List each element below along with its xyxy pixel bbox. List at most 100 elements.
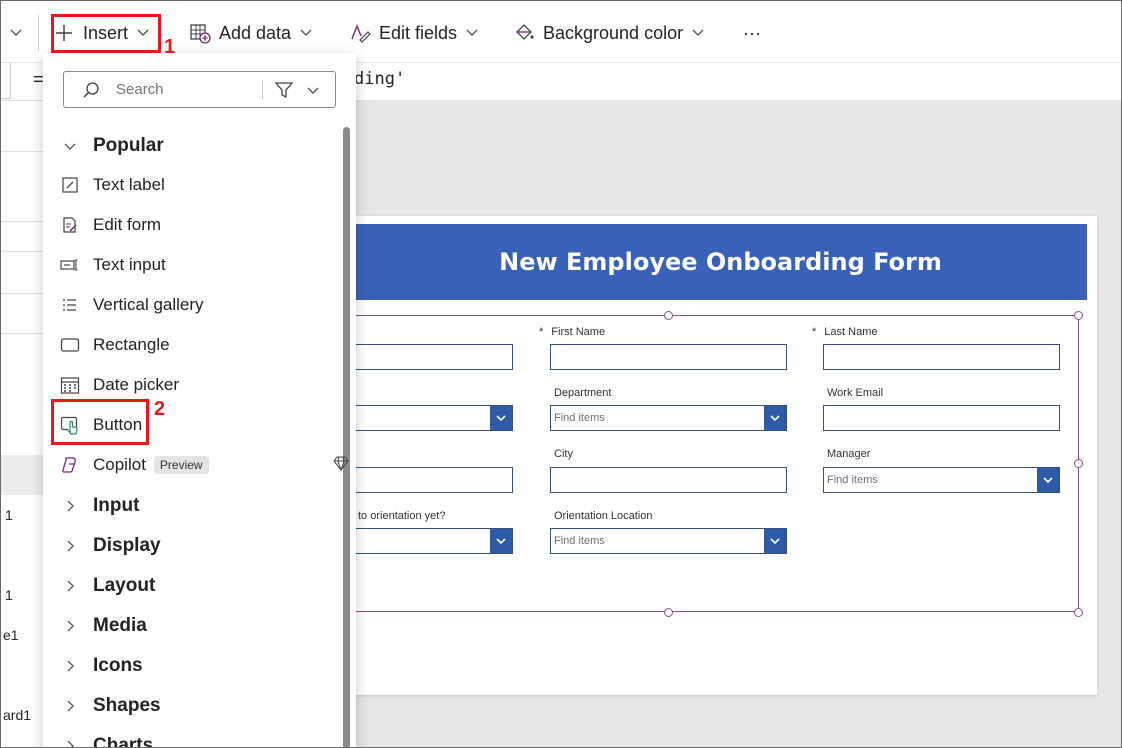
text-label-icon: [59, 174, 81, 196]
category-label: Charts: [93, 735, 154, 748]
insert-item-vertical-gallery[interactable]: Vertical gallery: [59, 287, 329, 323]
category-label: Media: [93, 615, 147, 636]
chevron-down-icon[interactable]: [1037, 468, 1059, 492]
background-color-label: Background color: [543, 22, 684, 43]
item-label: Date picker: [93, 375, 179, 394]
insert-item-edit-form[interactable]: Edit form: [59, 207, 329, 243]
last-name-input[interactable]: [823, 344, 1060, 370]
insert-item-text-input[interactable]: Text input: [59, 247, 329, 283]
toolbar-divider: [38, 15, 39, 51]
column1-text-input[interactable]: [354, 467, 513, 493]
chevron-right-icon: [59, 619, 81, 633]
resize-handle[interactable]: [664, 311, 673, 320]
insert-item-copilot[interactable]: Copilot Preview: [59, 447, 349, 483]
item-label: Vertical gallery: [93, 295, 204, 314]
edit-form-icon: [59, 214, 81, 236]
formula-input[interactable]: ding': [354, 69, 405, 89]
category-label: Icons: [93, 655, 143, 676]
column1-dropdown[interactable]: [354, 405, 513, 431]
chevron-down-icon: [9, 25, 23, 42]
manager-placeholder: Find items: [827, 474, 878, 486]
item-label: Rectangle: [93, 335, 170, 354]
required-marker: *: [812, 326, 817, 338]
chevron-down-icon: [691, 25, 705, 42]
tree-item-label[interactable]: 1: [5, 507, 13, 523]
city-label: City: [554, 448, 573, 460]
chevron-down-icon: [465, 25, 479, 42]
resize-handle[interactable]: [1074, 311, 1083, 320]
form-header[interactable]: New Employee Onboarding Form: [354, 224, 1087, 300]
orientation-location-dropdown[interactable]: Find items: [550, 528, 787, 554]
resize-handle[interactable]: [664, 608, 673, 617]
orientation-location-placeholder: Find items: [554, 535, 605, 547]
insert-item-rectangle[interactable]: Rectangle: [59, 327, 329, 363]
filter-icon[interactable]: [274, 80, 294, 100]
edit-fields-icon: [349, 22, 371, 44]
resize-handle[interactable]: [1074, 459, 1083, 468]
manager-label: Manager: [827, 448, 871, 460]
chevron-down-icon[interactable]: [306, 83, 320, 97]
paint-bucket-icon: [513, 22, 535, 44]
category-charts[interactable]: Charts: [59, 728, 329, 748]
department-dropdown[interactable]: Find items: [550, 405, 787, 431]
date-picker-icon: [59, 374, 81, 396]
insert-item-text-label[interactable]: Text label: [59, 167, 329, 203]
copilot-icon: [59, 454, 81, 476]
chevron-right-icon: [59, 699, 81, 713]
department-label: Department: [554, 387, 612, 399]
callout-box-button: [51, 399, 149, 445]
vertical-gallery-icon: [59, 294, 81, 316]
item-label: Text label: [93, 175, 165, 194]
callout-box-insert: [51, 14, 161, 53]
first-name-label-text: First Name: [551, 326, 606, 338]
add-data-button[interactable]: Add data: [189, 15, 313, 51]
category-label: Layout: [93, 575, 156, 596]
chevron-down-icon[interactable]: [490, 406, 512, 430]
equals-sign: =: [33, 69, 44, 89]
table-add-icon: [189, 22, 211, 44]
callout-number: 1: [164, 36, 176, 58]
chevron-right-icon: [59, 659, 81, 673]
first-name-input[interactable]: [550, 344, 787, 370]
last-name-label-text: Last Name: [824, 326, 878, 338]
tree-item-label[interactable]: ard1: [3, 707, 31, 723]
first-name-label: * First Name: [539, 326, 605, 338]
tree-item-selected[interactable]: [1, 455, 43, 495]
collapse-chevron-button[interactable]: [9, 15, 23, 51]
work-email-label: Work Email: [827, 387, 884, 399]
tree-divider: [1, 333, 43, 334]
edit-fields-button[interactable]: Edit fields: [349, 15, 479, 51]
orientation-attended-dropdown[interactable]: [354, 528, 513, 554]
insert-item-date-picker[interactable]: Date picker: [59, 367, 329, 403]
search-divider: [262, 80, 263, 100]
work-email-input[interactable]: [823, 405, 1060, 431]
chevron-down-icon: [299, 25, 313, 42]
tree-item-label[interactable]: 1: [5, 587, 13, 603]
category-icons[interactable]: Icons: [59, 648, 329, 684]
resize-handle[interactable]: [1074, 608, 1083, 617]
category-layout[interactable]: Layout: [59, 568, 329, 604]
search-input[interactable]: [116, 81, 266, 98]
category-display[interactable]: Display: [59, 528, 329, 564]
item-label: Edit form: [93, 215, 162, 234]
panel-scrollbar[interactable]: [343, 127, 350, 747]
column1-text-input[interactable]: [354, 344, 513, 370]
manager-dropdown[interactable]: Find items: [823, 467, 1060, 493]
category-input[interactable]: Input: [59, 488, 329, 524]
city-input[interactable]: [550, 467, 787, 493]
chevron-down-icon[interactable]: [490, 529, 512, 553]
tree-item-label[interactable]: e1: [3, 627, 19, 643]
form-title: New Employee Onboarding Form: [499, 248, 942, 276]
chevron-down-icon[interactable]: [764, 406, 786, 430]
category-label: Popular: [93, 135, 164, 156]
search-icon: [82, 81, 100, 99]
category-media[interactable]: Media: [59, 608, 329, 644]
more-options-button[interactable]: ···: [743, 15, 761, 51]
category-popular[interactable]: Popular: [59, 128, 329, 164]
property-selector[interactable]: [1, 63, 11, 99]
chevron-down-icon[interactable]: [764, 529, 786, 553]
background-color-button[interactable]: Background color: [513, 15, 705, 51]
category-shapes[interactable]: Shapes: [59, 688, 329, 724]
search-box[interactable]: [63, 71, 336, 108]
add-data-label: Add data: [219, 22, 292, 43]
